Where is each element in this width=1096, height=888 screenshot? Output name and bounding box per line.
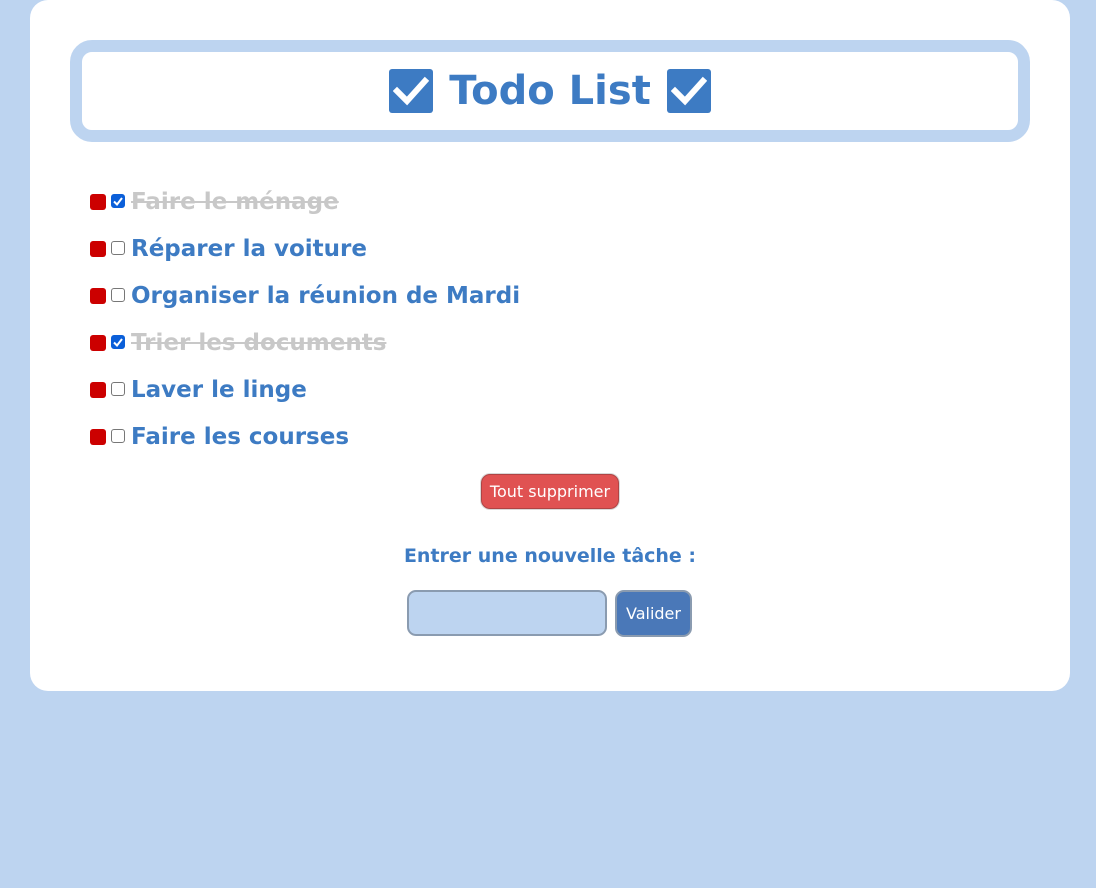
delete-task-button[interactable] xyxy=(90,194,106,210)
task-label: Laver le linge xyxy=(131,377,307,403)
task-item: Réparer la voiture xyxy=(90,229,520,276)
delete-all-button[interactable]: Tout supprimer xyxy=(481,474,619,509)
delete-task-button[interactable] xyxy=(90,288,106,304)
task-checkbox[interactable] xyxy=(111,288,125,302)
task-item: Laver le linge xyxy=(90,370,520,417)
task-checkbox[interactable] xyxy=(111,194,125,208)
task-checkbox[interactable] xyxy=(111,429,125,443)
delete-task-button[interactable] xyxy=(90,335,106,351)
task-checkbox[interactable] xyxy=(111,335,125,349)
ballot-box-with-check-icon xyxy=(666,69,711,113)
task-checkbox[interactable] xyxy=(111,382,125,396)
todo-card: Todo List Faire le ménage Réparer la voi… xyxy=(30,0,1070,691)
delete-task-button[interactable] xyxy=(90,429,106,445)
new-task-prompt: Entrer une nouvelle tâche : xyxy=(403,545,697,567)
title-banner: Todo List xyxy=(70,40,1030,142)
page-title: Todo List xyxy=(449,68,651,114)
submit-button[interactable]: Valider xyxy=(615,590,692,637)
task-item: Faire les courses xyxy=(90,417,520,464)
delete-task-button[interactable] xyxy=(90,382,106,398)
new-task-input[interactable] xyxy=(407,590,607,636)
task-item: Organiser la réunion de Mardi xyxy=(90,276,520,323)
task-label: Trier les documents xyxy=(131,330,387,356)
task-item: Faire le ménage xyxy=(90,182,520,229)
task-item: Trier les documents xyxy=(90,323,520,370)
task-label: Faire les courses xyxy=(131,424,350,450)
delete-task-button[interactable] xyxy=(90,241,106,257)
task-label: Organiser la réunion de Mardi xyxy=(131,283,521,309)
task-label: Faire le ménage xyxy=(131,189,339,215)
ballot-box-with-check-icon xyxy=(389,69,434,113)
task-checkbox[interactable] xyxy=(111,241,125,255)
task-label: Réparer la voiture xyxy=(131,236,367,262)
task-list: Faire le ménage Réparer la voiture Organ… xyxy=(90,182,520,464)
